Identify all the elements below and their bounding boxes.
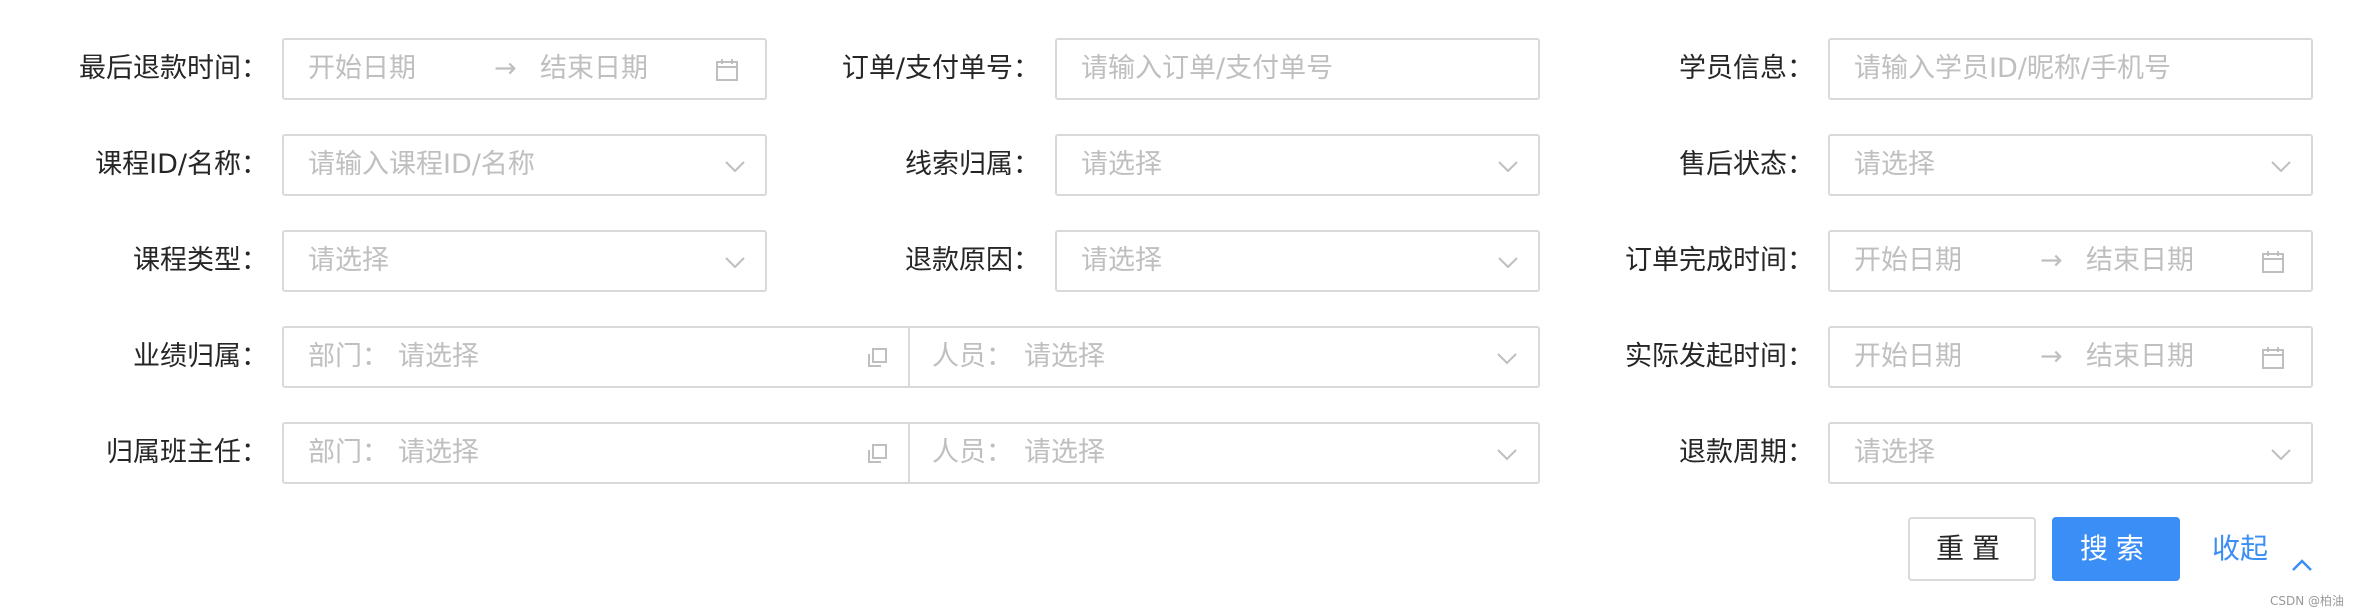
chevron-down-icon	[2268, 441, 2294, 467]
actual-time-end-input[interactable]: 结束日期	[2086, 328, 2194, 386]
complete-time-start-input[interactable]: 开始日期	[1854, 232, 1962, 290]
student-info-placeholder: 请输入学员ID/昵称/手机号	[1854, 53, 2171, 84]
reset-button[interactable]: 重置	[1908, 517, 2036, 581]
refund-time-end-input[interactable]: 结束日期	[540, 40, 648, 98]
chevron-down-icon	[1494, 345, 1520, 371]
aftersale-status-placeholder: 请选择	[1854, 149, 1935, 180]
collapse-label: 收起	[2212, 532, 2269, 565]
teacher-person-select[interactable]: 请选择	[1024, 424, 1105, 482]
person-prefix-label: 人员：	[932, 341, 1013, 372]
lead-owner-label: 线索归属：	[905, 149, 1040, 180]
dept-prefix-label: 部门：	[308, 341, 389, 372]
complete-time-range-picker[interactable]: 开始日期 → 结束日期	[1828, 230, 2313, 292]
refund-time-label: 最后退款时间：	[79, 53, 268, 84]
tree-select-icon[interactable]	[864, 441, 890, 467]
tree-select-icon[interactable]	[864, 345, 890, 371]
person-prefix-label: 人员：	[932, 437, 1013, 468]
calendar-icon[interactable]	[2260, 345, 2286, 371]
arrow-right-icon: →	[494, 53, 517, 84]
calendar-icon[interactable]	[714, 57, 740, 83]
chevron-down-icon	[2268, 153, 2294, 179]
teacher-dept-select[interactable]: 请选择	[398, 424, 479, 482]
perf-dept-select[interactable]: 请选择	[398, 328, 479, 386]
performance-owner-label: 业绩归属：	[133, 341, 268, 372]
arrow-right-icon: →	[2040, 245, 2063, 276]
refund-reason-select[interactable]: 请选择	[1055, 230, 1540, 292]
student-info-input[interactable]: 请输入学员ID/昵称/手机号	[1828, 38, 2313, 100]
collapse-toggle[interactable]: 收起	[2212, 517, 2322, 581]
complete-time-end-input[interactable]: 结束日期	[2086, 232, 2194, 290]
chevron-down-icon	[1494, 441, 1520, 467]
refund-cycle-label: 退款周期：	[1679, 437, 1814, 468]
chevron-down-icon	[722, 153, 748, 179]
search-button[interactable]: 搜索	[2052, 517, 2180, 581]
course-placeholder: 请输入课程ID/名称	[308, 149, 535, 180]
actual-time-label: 实际发起时间：	[1625, 341, 1814, 372]
calendar-icon[interactable]	[2260, 249, 2286, 275]
chevron-down-icon	[722, 249, 748, 275]
field-divider	[908, 422, 910, 484]
chevron-up-icon	[2289, 537, 2315, 571]
watermark: CSDN @柏油	[2270, 594, 2345, 608]
complete-time-label: 订单完成时间：	[1625, 245, 1814, 276]
refund-cycle-placeholder: 请选择	[1854, 437, 1935, 468]
student-info-label: 学员信息：	[1679, 53, 1814, 84]
course-select[interactable]: 请输入课程ID/名称	[282, 134, 767, 196]
course-type-label: 课程类型：	[133, 245, 268, 276]
order-no-placeholder: 请输入订单/支付单号	[1081, 53, 1334, 84]
class-teacher-label: 归属班主任：	[106, 437, 268, 468]
refund-time-start-input[interactable]: 开始日期	[308, 40, 416, 98]
lead-owner-placeholder: 请选择	[1081, 149, 1162, 180]
chevron-down-icon	[1495, 249, 1521, 275]
actual-time-range-picker[interactable]: 开始日期 → 结束日期	[1828, 326, 2313, 388]
dept-prefix-label: 部门：	[308, 437, 389, 468]
class-teacher-group: 部门： 请选择 人员： 请选择	[282, 422, 1540, 484]
performance-owner-group: 部门： 请选择 人员： 请选择	[282, 326, 1540, 388]
refund-reason-placeholder: 请选择	[1081, 245, 1162, 276]
chevron-down-icon	[1495, 153, 1521, 179]
course-label: 课程ID/名称：	[95, 149, 268, 180]
refund-reason-label: 退款原因：	[905, 245, 1040, 276]
course-type-select[interactable]: 请选择	[282, 230, 767, 292]
lead-owner-select[interactable]: 请选择	[1055, 134, 1540, 196]
order-no-label: 订单/支付单号：	[841, 53, 1040, 84]
course-type-placeholder: 请选择	[308, 245, 389, 276]
refund-cycle-select[interactable]: 请选择	[1828, 422, 2313, 484]
refund-time-range-picker[interactable]: 开始日期 → 结束日期	[282, 38, 767, 100]
field-divider	[908, 326, 910, 388]
aftersale-status-label: 售后状态：	[1679, 149, 1814, 180]
actual-time-start-input[interactable]: 开始日期	[1854, 328, 1962, 386]
order-no-input[interactable]: 请输入订单/支付单号	[1055, 38, 1540, 100]
aftersale-status-select[interactable]: 请选择	[1828, 134, 2313, 196]
perf-person-select[interactable]: 请选择	[1024, 328, 1105, 386]
arrow-right-icon: →	[2040, 341, 2063, 372]
